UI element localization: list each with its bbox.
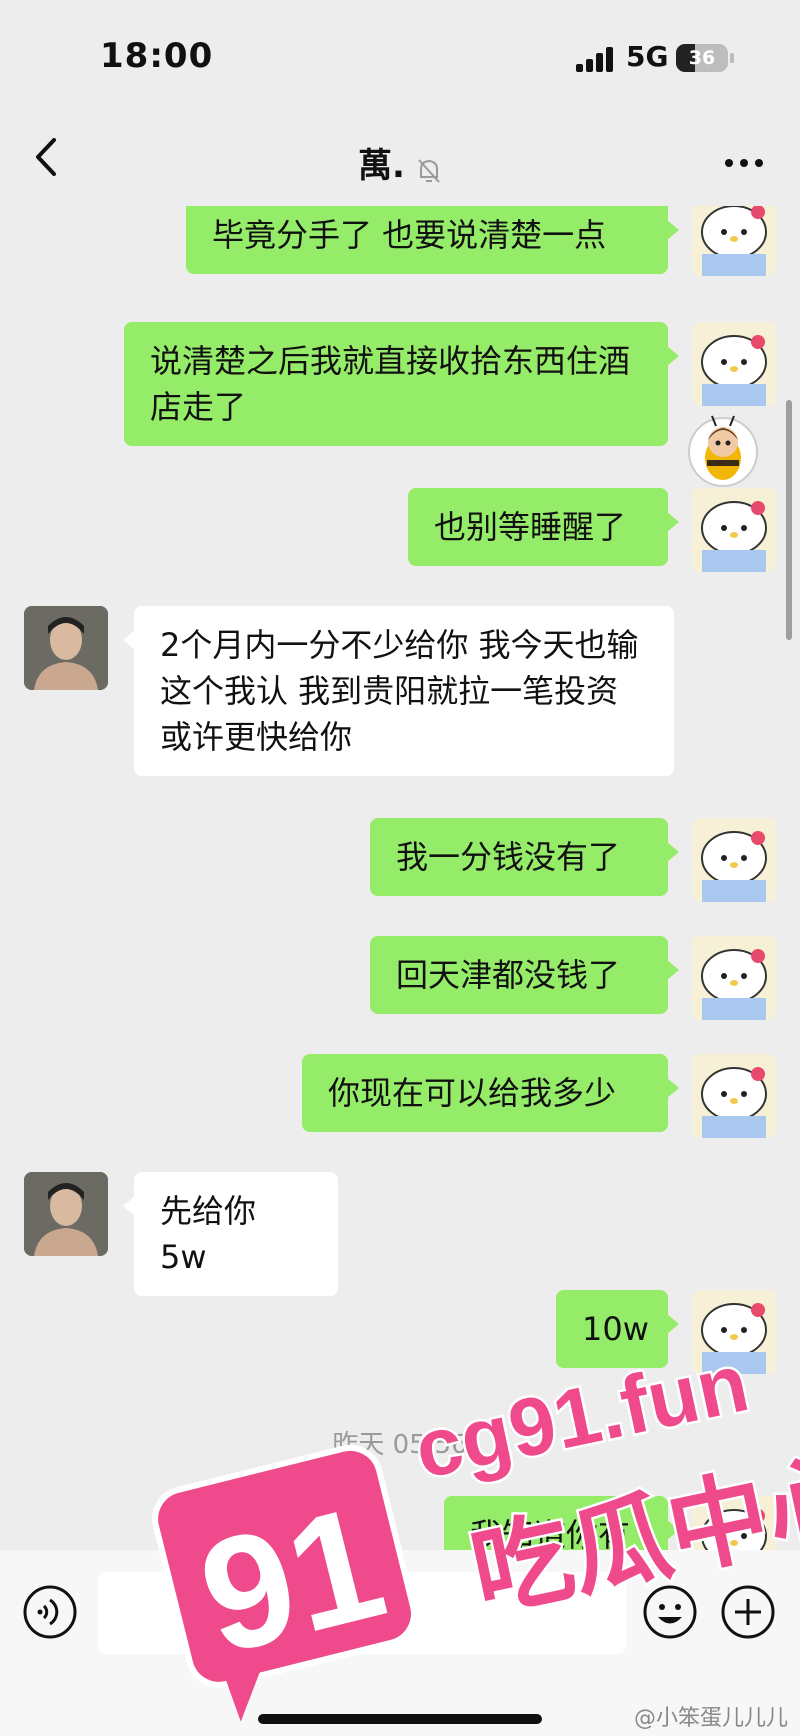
message-bubble-sent[interactable]: 我知道你有 — [444, 1496, 679, 1550]
status-bar: 18:00 5G 36 — [0, 0, 800, 110]
message-bubble-sent[interactable]: 你现在可以给我多少 — [302, 1054, 679, 1132]
my-avatar[interactable] — [692, 488, 776, 572]
message-input[interactable] — [98, 1572, 626, 1654]
my-avatar[interactable] — [692, 1054, 776, 1138]
message-list[interactable]: 毕竟分手了 也要说清楚一点 说清楚之后我就直接收拾东西住酒店走了 也别等睡醒了 … — [0, 206, 800, 1550]
chat-title: 萬. — [357, 146, 405, 186]
message-text: 我一分钱没有了 — [396, 838, 621, 876]
message-timestamp: 昨天 05:56 — [332, 1430, 468, 1460]
emoji-icon[interactable] — [642, 1584, 698, 1640]
message-bubble-sent[interactable]: 10w — [556, 1290, 679, 1368]
signal-icon — [576, 46, 616, 72]
message-text: 你现在可以给我多少 — [328, 1074, 617, 1112]
message-bubble-sent[interactable]: 我一分钱没有了 — [370, 818, 679, 896]
message-text: 毕竟分手了 也要说清楚一点 — [212, 216, 607, 254]
message-bubble-sent[interactable]: 说清楚之后我就直接收拾东西住酒店走了 — [124, 322, 679, 446]
contact-avatar[interactable] — [24, 1172, 108, 1256]
message-bubble-received[interactable]: 2个月内一分不少给你 我今天也输 这个我认 我到贵阳就拉一笔投资 或许更快给你 — [123, 606, 674, 776]
message-text: 先给你 5w — [160, 1192, 257, 1276]
bell-off-icon — [416, 157, 442, 189]
message-text: 回天津都没钱了 — [396, 956, 621, 994]
voice-icon[interactable] — [22, 1584, 78, 1640]
chat-title-wrap: 萬. — [0, 138, 800, 189]
message-text: 我知道你有 — [470, 1516, 631, 1550]
contact-avatar[interactable] — [24, 606, 108, 690]
message-text: 10w — [582, 1310, 649, 1348]
more-dots-icon[interactable] — [724, 136, 764, 176]
weibo-watermark: @小笨蛋儿儿儿 — [633, 1706, 788, 1731]
message-text: 说清楚之后我就直接收拾东西住酒店走了 — [150, 342, 631, 426]
message-text: 也别等睡醒了 — [434, 508, 627, 546]
my-avatar[interactable] — [692, 322, 776, 406]
message-bubble-received[interactable]: 先给你 5w — [123, 1172, 338, 1296]
my-avatar[interactable] — [692, 936, 776, 1020]
battery-tip — [730, 53, 734, 63]
message-bubble-sent[interactable]: 也别等睡醒了 — [408, 488, 679, 566]
message-bubble-sent[interactable]: 毕竟分手了 也要说清楚一点 — [186, 206, 679, 274]
chat-header: 萬. — [0, 110, 800, 206]
status-time: 18:00 — [100, 36, 214, 76]
scroll-indicator[interactable] — [786, 400, 792, 640]
home-indicator — [258, 1714, 542, 1724]
message-bubble-sent[interactable]: 回天津都没钱了 — [370, 936, 679, 1014]
message-text: 2个月内一分不少给你 我今天也输 这个我认 我到贵阳就拉一笔投资 或许更快给你 — [160, 626, 639, 756]
battery-icon: 36 — [676, 44, 728, 72]
my-avatar[interactable] — [692, 818, 776, 902]
my-avatar[interactable] — [692, 1496, 776, 1550]
my-avatar[interactable] — [692, 206, 776, 276]
battery-level: 36 — [688, 47, 716, 69]
plus-icon[interactable] — [720, 1584, 776, 1640]
network-type: 5G — [626, 40, 669, 73]
my-avatar[interactable] — [692, 1290, 776, 1374]
bee-sticker-icon[interactable] — [686, 412, 760, 488]
